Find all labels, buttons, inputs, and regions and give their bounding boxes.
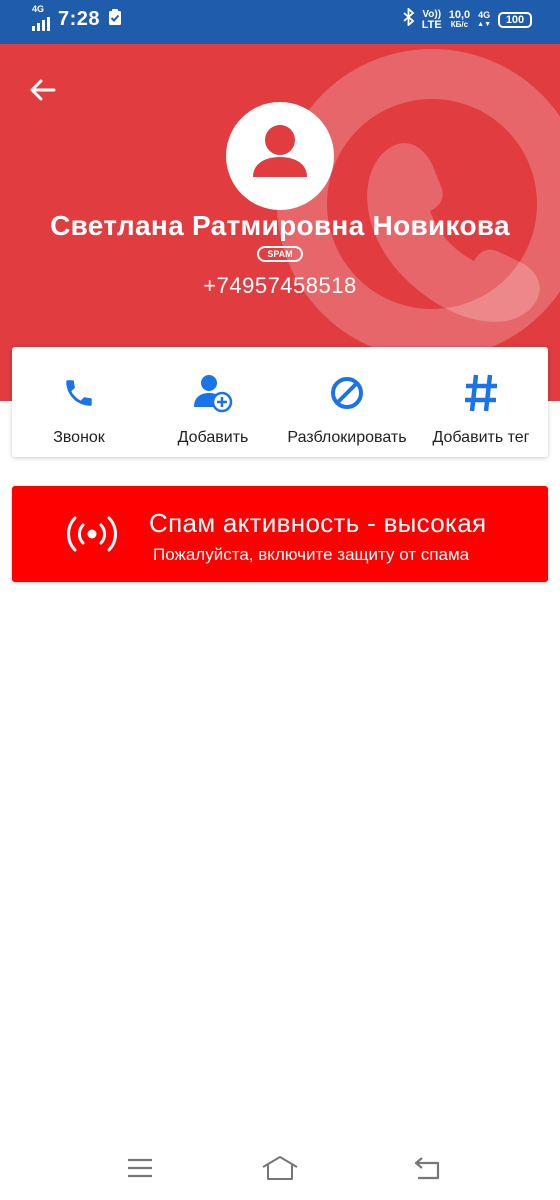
unblock-label: Разблокировать <box>287 429 407 446</box>
broadcast-icon <box>67 516 117 552</box>
status-bar: 4G 7:28 Vo)) LTE 10,0 КБ/с 4G ▲▼ 100 <box>0 0 560 44</box>
network-right-label: 4G <box>478 9 491 20</box>
spam-alert-title: Спам активность - высокая <box>149 508 487 538</box>
status-left: 4G 7:28 <box>32 4 122 31</box>
volte-indicator: Vo)) LTE <box>421 8 442 31</box>
unblock-button[interactable]: Разблокировать <box>280 347 414 457</box>
menu-icon <box>128 1158 152 1178</box>
signal-icon: 4G <box>32 4 50 31</box>
network-type: 4G <box>32 3 45 14</box>
arrow-left-icon <box>30 79 56 101</box>
call-button[interactable]: Звонок <box>12 347 146 457</box>
person-icon <box>253 125 307 177</box>
add-contact-icon <box>193 373 233 413</box>
data-arrows-icon: ▲▼ <box>477 20 491 28</box>
add-contact-label: Добавить <box>177 429 249 446</box>
spam-alert-subtitle: Пожалуйста, включите защиту от спама <box>153 545 470 564</box>
bluetooth-icon <box>403 6 415 31</box>
spam-badge: SPAM <box>257 246 303 262</box>
home-icon <box>262 1156 298 1180</box>
unblock-icon <box>329 373 365 413</box>
nav-menu-button[interactable] <box>118 1152 162 1184</box>
speed-value: 10,0 <box>448 8 471 21</box>
add-contact-button[interactable]: Добавить <box>146 347 280 457</box>
clipboard-icon <box>108 8 122 31</box>
phone-number[interactable]: +74957458518 <box>0 273 560 299</box>
nav-back-button[interactable] <box>405 1152 449 1184</box>
battery-level: 100 <box>505 13 525 26</box>
nav-home-button[interactable] <box>258 1152 302 1184</box>
network-right: 4G ▲▼ <box>477 10 491 30</box>
avatar <box>226 102 334 210</box>
add-tag-label: Добавить тег <box>432 429 530 446</box>
back-icon <box>414 1157 440 1180</box>
status-right: Vo)) LTE 10,0 КБ/с 4G ▲▼ 100 <box>403 6 532 31</box>
net-speed: 10,0 КБ/с <box>448 8 471 30</box>
speed-unit: КБ/с <box>450 19 469 29</box>
lte-label: LTE <box>421 18 442 31</box>
back-button[interactable] <box>22 70 62 110</box>
call-label: Звонок <box>53 429 105 446</box>
hashtag-icon <box>463 373 499 413</box>
contact-name: Светлана Ратмировна Новикова <box>50 210 510 241</box>
system-nav-bar <box>0 1140 560 1200</box>
action-bar: Звонок Добавить Разблокировать Добавить … <box>12 347 548 457</box>
volte-label: Vo)) <box>422 8 442 20</box>
clock: 7:28 <box>58 8 101 30</box>
battery-icon: 100 <box>498 11 532 28</box>
add-tag-button[interactable]: Добавить тег <box>414 347 548 457</box>
phone-icon <box>62 373 96 413</box>
spam-alert-card[interactable]: Спам активность - высокая Пожалуйста, вк… <box>12 486 548 582</box>
